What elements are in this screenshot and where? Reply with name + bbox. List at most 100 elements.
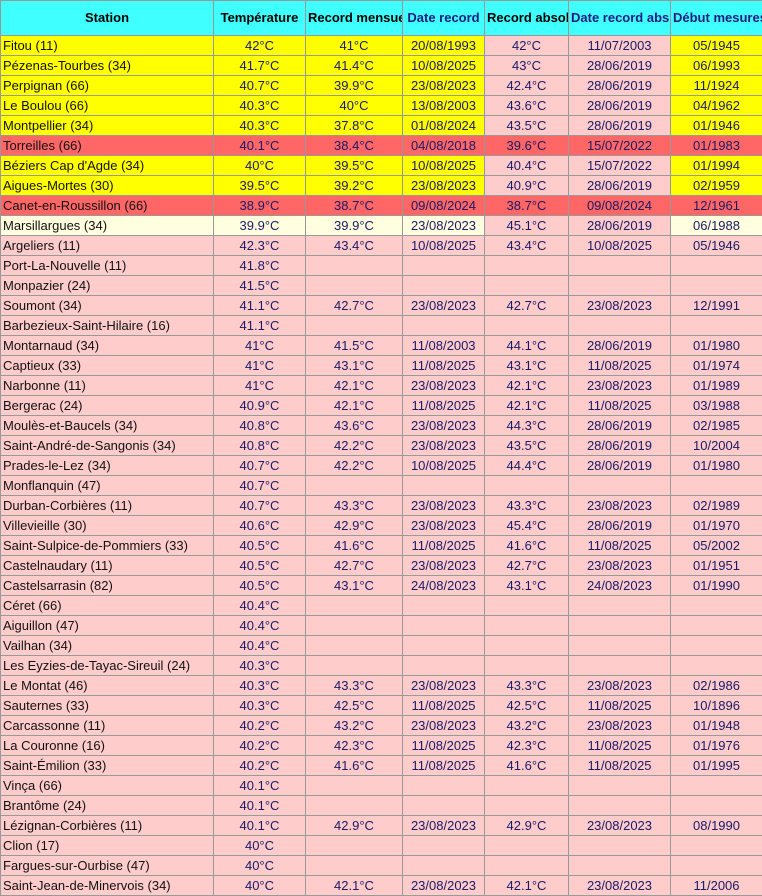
table-row: Fitou (11)42°C41°C20/08/199342°C11/07/20… [1,36,762,56]
cell-record-absolu: 43.5°C [485,436,569,456]
cell-record-absolu [485,796,569,816]
cell-date-record: 11/08/2025 [403,736,485,756]
cell-temperature: 39.9°C [214,216,306,236]
cell-debut-mesures: 01/1976 [671,736,762,756]
cell-temperature: 42.3°C [214,236,306,256]
cell-temperature: 42°C [214,36,306,56]
cell-date-record: 10/08/2025 [403,236,485,256]
cell-record-mensuel: 41.4°C [306,56,403,76]
table-row: Castelnaudary (11)40.5°C42.7°C23/08/2023… [1,556,762,576]
cell-date-record-abs [569,656,671,676]
table-row: Port-La-Nouvelle (11)41.8°C [1,256,762,276]
cell-station: Clion (17) [1,836,214,856]
cell-record-absolu: 40.9°C [485,176,569,196]
cell-debut-mesures: 01/1974 [671,356,762,376]
cell-temperature: 40.6°C [214,516,306,536]
cell-record-mensuel: 43.1°C [306,576,403,596]
cell-date-record-abs [569,796,671,816]
cell-temperature: 41.1°C [214,296,306,316]
cell-temperature: 41°C [214,336,306,356]
cell-date-record-abs [569,856,671,876]
cell-temperature: 40.3°C [214,116,306,136]
cell-debut-mesures: 01/1970 [671,516,762,536]
cell-date-record: 23/08/2023 [403,516,485,536]
cell-date-record-abs: 23/08/2023 [569,816,671,836]
cell-date-record: 04/08/2018 [403,136,485,156]
cell-temperature: 40°C [214,876,306,896]
cell-date-record-abs: 28/06/2019 [569,76,671,96]
cell-date-record-abs [569,276,671,296]
cell-temperature: 40.5°C [214,556,306,576]
cell-date-record-abs: 15/07/2022 [569,136,671,156]
cell-date-record: 11/08/2025 [403,356,485,376]
cell-debut-mesures [671,776,762,796]
header-record-mensuel[interactable]: Record mensuel [306,1,403,36]
cell-temperature: 40°C [214,156,306,176]
cell-date-record [403,256,485,276]
cell-date-record-abs: 28/06/2019 [569,416,671,436]
cell-record-mensuel: 37.8°C [306,116,403,136]
cell-date-record: 10/08/2025 [403,56,485,76]
table-row: Saint-Émilion (33)40.2°C41.6°C11/08/2025… [1,756,762,776]
cell-station: Lézignan-Corbières (11) [1,816,214,836]
header-record-absolu[interactable]: Record absolu [485,1,569,36]
cell-station: Villevieille (30) [1,516,214,536]
header-debut-mesures[interactable]: Début mesures [671,1,762,36]
cell-date-record: 23/08/2023 [403,176,485,196]
cell-record-absolu [485,476,569,496]
cell-record-absolu: 41.6°C [485,536,569,556]
cell-debut-mesures: 10/1896 [671,696,762,716]
cell-date-record-abs: 23/08/2023 [569,676,671,696]
cell-record-mensuel [306,616,403,636]
cell-record-mensuel: 42.5°C [306,696,403,716]
table-row: Perpignan (66)40.7°C39.9°C23/08/202342.4… [1,76,762,96]
cell-date-record-abs: 23/08/2023 [569,556,671,576]
table-row: Narbonne (11)41°C42.1°C23/08/202342.1°C2… [1,376,762,396]
header-station[interactable]: Station [1,1,214,36]
cell-station: Argeliers (11) [1,236,214,256]
cell-temperature: 40.9°C [214,396,306,416]
cell-station: Pézenas-Tourbes (34) [1,56,214,76]
cell-temperature: 40.2°C [214,716,306,736]
cell-debut-mesures: 08/1990 [671,816,762,836]
cell-date-record [403,476,485,496]
cell-date-record [403,596,485,616]
cell-record-absolu: 40.4°C [485,156,569,176]
table-row: Pézenas-Tourbes (34)41.7°C41.4°C10/08/20… [1,56,762,76]
cell-date-record: 10/08/2025 [403,456,485,476]
table-row: Marsillargues (34)39.9°C39.9°C23/08/2023… [1,216,762,236]
cell-record-mensuel: 42.9°C [306,816,403,836]
cell-record-mensuel: 41.5°C [306,336,403,356]
cell-station: Brantôme (24) [1,796,214,816]
header-date-record[interactable]: Date record [403,1,485,36]
cell-debut-mesures: 11/2006 [671,876,762,896]
cell-date-record [403,656,485,676]
cell-record-absolu: 43.5°C [485,116,569,136]
cell-date-record: 24/08/2023 [403,576,485,596]
header-row: Station Température Record mensuel Date … [1,1,762,36]
cell-debut-mesures: 12/1991 [671,296,762,316]
cell-station: Soumont (34) [1,296,214,316]
table-row: Céret (66)40.4°C [1,596,762,616]
cell-date-record-abs: 11/08/2025 [569,756,671,776]
cell-temperature: 40.1°C [214,136,306,156]
header-temperature[interactable]: Température [214,1,306,36]
cell-station: Saint-Émilion (33) [1,756,214,776]
table-row: Saint-André-de-Sangonis (34)40.8°C42.2°C… [1,436,762,456]
cell-debut-mesures: 01/1951 [671,556,762,576]
header-date-record-abs[interactable]: Date record abs. [569,1,671,36]
cell-date-record-abs [569,776,671,796]
table-row: Torreilles (66)40.1°C38.4°C04/08/201839.… [1,136,762,156]
cell-temperature: 40.1°C [214,796,306,816]
cell-date-record-abs: 11/08/2025 [569,536,671,556]
cell-station: Barbezieux-Saint-Hilaire (16) [1,316,214,336]
cell-temperature: 41.8°C [214,256,306,276]
table-row: Prades-le-Lez (34)40.7°C42.2°C10/08/2025… [1,456,762,476]
cell-temperature: 40°C [214,856,306,876]
cell-date-record: 23/08/2023 [403,376,485,396]
table-row: Saint-Sulpice-de-Pommiers (33)40.5°C41.6… [1,536,762,556]
cell-date-record-abs: 28/06/2019 [569,56,671,76]
cell-debut-mesures: 06/1988 [671,216,762,236]
cell-temperature: 40.5°C [214,576,306,596]
cell-station: Saint-Jean-de-Minervois (34) [1,876,214,896]
